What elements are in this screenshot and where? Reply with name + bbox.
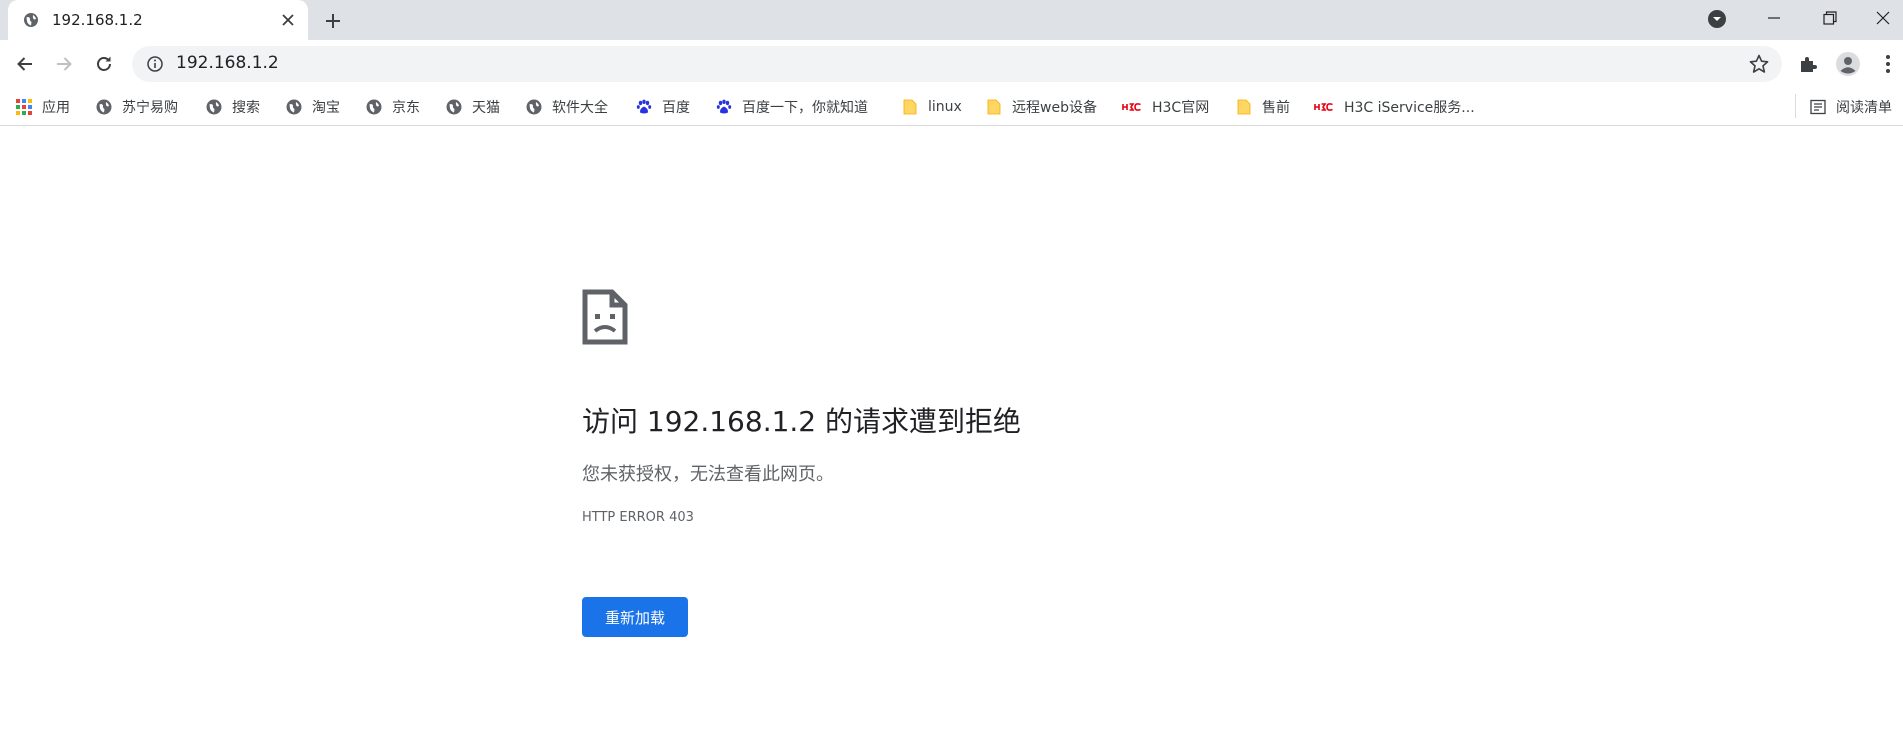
bookmark-folder-presales[interactable]: 售前 (1236, 97, 1290, 117)
browser-tab[interactable]: 192.168.1.2 (8, 0, 308, 40)
site-info-icon[interactable] (146, 55, 164, 73)
error-title: 访问 192.168.1.2 的请求遭到拒绝 (582, 405, 1022, 438)
address-bar[interactable]: 192.168.1.2 (132, 46, 1782, 82)
bookmark-suning[interactable]: 苏宁易购 (96, 97, 178, 117)
new-tab-button[interactable] (320, 8, 346, 34)
baidu-paw-icon (716, 99, 732, 115)
h3c-logo-icon (1314, 99, 1334, 115)
extensions-button[interactable] (1794, 50, 1822, 78)
close-icon (1876, 11, 1890, 25)
baidu-paw-icon (636, 99, 652, 115)
restore-icon (1823, 11, 1837, 25)
folder-icon (902, 99, 918, 115)
tab-strip: 192.168.1.2 (0, 0, 1903, 40)
error-code: HTTP ERROR 403 (582, 510, 694, 525)
apps-grid-icon (16, 99, 32, 115)
profile-button[interactable] (1834, 50, 1862, 78)
bookmark-folder-remote[interactable]: 远程web设备 (986, 97, 1097, 117)
globe-icon (446, 99, 462, 115)
minimize-button[interactable] (1751, 0, 1797, 36)
reload-icon (97, 56, 111, 71)
arrow-left-icon (17, 57, 32, 71)
bookmark-tmall[interactable]: 天猫 (446, 97, 500, 117)
bookmark-label: linux (928, 99, 962, 115)
bookmark-label: 百度一下，你就知道 (742, 100, 868, 116)
forward-button[interactable] (49, 50, 79, 78)
bookmark-star-icon[interactable] (1748, 53, 1770, 75)
bookmark-h3c-iservice[interactable]: H3C iService服务... (1314, 97, 1475, 117)
bookmark-label: 淘宝 (312, 100, 340, 116)
address-url[interactable]: 192.168.1.2 (176, 53, 279, 73)
bookmark-label: 百度 (662, 100, 690, 116)
bookmark-label: 软件大全 (552, 100, 608, 116)
globe-icon (96, 99, 112, 115)
bookmarks-bar: 应用 苏宁易购 搜索 淘宝 京东 天猫 软件大全 百度 百度一下，你就知道 li… (0, 88, 1903, 126)
reload-button[interactable] (89, 50, 119, 78)
globe-icon (286, 99, 302, 115)
globe-icon (22, 11, 40, 29)
bookmark-label: H3C iService服务... (1344, 100, 1475, 116)
bookmark-label: 搜索 (232, 100, 260, 116)
globe-icon (366, 99, 382, 115)
restore-button[interactable] (1807, 0, 1853, 36)
minimize-icon (1768, 17, 1780, 19)
folder-icon (1236, 99, 1252, 115)
reading-list-icon (1810, 99, 1826, 115)
more-vertical-icon (1886, 55, 1890, 73)
plus-icon (326, 14, 340, 28)
bookmark-label: 京东 (392, 100, 420, 116)
bookmark-label: H3C官网 (1152, 100, 1210, 116)
bookmark-h3c[interactable]: H3C官网 (1122, 97, 1209, 117)
bookmark-label: 远程web设备 (1012, 100, 1097, 116)
reading-list-button[interactable]: 阅读清单 (1810, 97, 1892, 117)
arrow-right-icon (57, 57, 72, 71)
bookmark-label: 苏宁易购 (122, 100, 178, 116)
h3c-logo-icon (1122, 99, 1142, 115)
bookmarks-divider (1795, 94, 1796, 118)
error-description: 您未获授权，无法查看此网页。 (582, 464, 834, 485)
reload-page-button[interactable]: 重新加载 (582, 597, 688, 637)
bookmark-label: 应用 (42, 100, 70, 116)
back-button[interactable] (10, 50, 40, 78)
reading-list-label: 阅读清单 (1836, 100, 1892, 116)
bookmark-baidu-search[interactable]: 百度一下，你就知道 (716, 97, 868, 117)
close-window-button[interactable] (1863, 0, 1903, 36)
tab-close-icon[interactable] (278, 10, 298, 30)
browser-toolbar: 192.168.1.2 (0, 40, 1903, 88)
tab-title: 192.168.1.2 (52, 11, 143, 29)
bookmark-folder-linux[interactable]: linux (902, 97, 962, 117)
bookmark-software[interactable]: 软件大全 (526, 97, 608, 117)
globe-icon (206, 99, 222, 115)
bookmark-apps[interactable]: 应用 (16, 97, 70, 117)
bookmark-taobao[interactable]: 淘宝 (286, 97, 340, 117)
menu-button[interactable] (1874, 50, 1902, 78)
bookmark-jd[interactable]: 京东 (366, 97, 420, 117)
tab-search-icon (1708, 10, 1726, 28)
bookmark-label: 售前 (1262, 100, 1290, 116)
globe-icon (526, 99, 542, 115)
sad-page-icon (582, 289, 628, 345)
bookmark-search[interactable]: 搜索 (206, 97, 260, 117)
folder-icon (986, 99, 1002, 115)
bookmark-label: 天猫 (472, 100, 500, 116)
bookmark-baidu[interactable]: 百度 (636, 97, 690, 117)
avatar-icon (1836, 52, 1860, 76)
puzzle-icon (1801, 57, 1817, 72)
tab-search-button[interactable] (1694, 1, 1740, 37)
